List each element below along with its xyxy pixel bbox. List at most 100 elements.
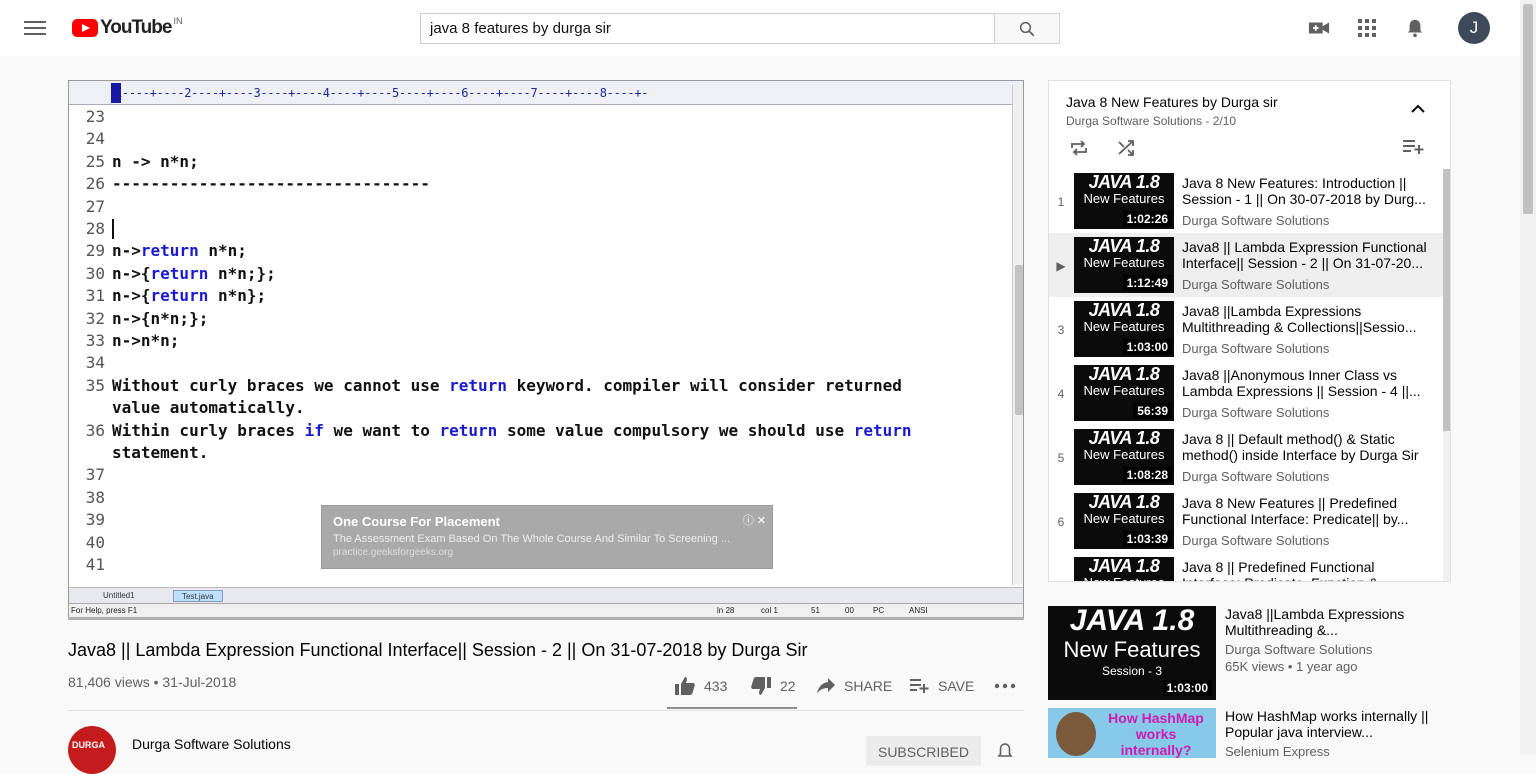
- more-icon: [994, 683, 1016, 689]
- sentiment-bar: [667, 707, 797, 709]
- line-number: 25: [85, 151, 105, 171]
- logo-text: YouTube: [100, 17, 172, 38]
- playlist-item-info: Java8 ||Anonymous Inner Class vs Lambda …: [1182, 367, 1432, 420]
- playlist-item[interactable]: 1 JAVA 1.8 New Features 1:02:26 Java 8 New F…: [1049, 169, 1443, 233]
- playlist-item-title[interactable]: Java 8 New Features || Predefined Functi…: [1182, 495, 1432, 527]
- channel-name[interactable]: Durga Software Solutions: [132, 736, 291, 752]
- more-actions-button[interactable]: [994, 674, 1016, 698]
- playlist-scrollbar[interactable]: [1443, 169, 1450, 581]
- playlist-item-title[interactable]: Java8 ||Lambda Expressions Multithreadin…: [1182, 303, 1432, 335]
- notifications-icon[interactable]: [1404, 18, 1426, 38]
- playlist-item[interactable]: 6 JAVA 1.8 New Features 1:03:39 Java 8 New F…: [1049, 489, 1443, 553]
- status-c: PC: [873, 606, 885, 615]
- youtube-play-icon: [72, 19, 98, 37]
- search-button[interactable]: [994, 13, 1060, 44]
- share-button[interactable]: SHARE: [816, 674, 892, 698]
- playlist-item-channel: Durga Software Solutions: [1182, 341, 1330, 356]
- video-player[interactable]: 1----+----2----+----3----+----4----+----…: [68, 80, 1024, 618]
- playlist-scroll-thumb[interactable]: [1443, 169, 1450, 431]
- playlist-item[interactable]: ▶ JAVA 1.8 New Features 1:12:49 Java8 || Lam…: [1049, 233, 1443, 297]
- bell-icon[interactable]: [996, 742, 1014, 758]
- ruler-marker: [111, 83, 121, 103]
- recommended-title[interactable]: Java8 ||Lambda Expressions Multithreadin…: [1225, 606, 1435, 638]
- chevron-up-icon[interactable]: [1410, 103, 1426, 115]
- playlist-item-title[interactable]: Java 8 || Default method() & Static meth…: [1182, 431, 1432, 463]
- playlist-thumbnail[interactable]: JAVA 1.8 New Features 1:03:39: [1074, 493, 1174, 549]
- menu-icon[interactable]: [24, 18, 46, 38]
- line-number: 41: [85, 555, 105, 574]
- thumbnail-title: JAVA 1.8: [1088, 301, 1160, 320]
- playlist-item-title[interactable]: Java8 || Lambda Expression Functional In…: [1182, 239, 1432, 271]
- playlist-item[interactable]: 5 JAVA 1.8 New Features 1:08:28 Java 8 || De…: [1049, 425, 1443, 489]
- video-views-date: 81,406 views • 31-Jul-2018: [68, 674, 237, 690]
- code-line: n->return n*n;: [112, 241, 247, 261]
- thumbnail-title: JAVA 1.8: [1088, 365, 1160, 384]
- status-a: 51: [811, 606, 820, 615]
- editor-ruler: 1----+----2----+----3----+----4----+----…: [69, 81, 1023, 105]
- thumbnail-title: JAVA 1.8: [1088, 429, 1160, 448]
- ad-overlay[interactable]: One Course For Placement The Assessment …: [321, 505, 773, 569]
- editor-tab-untitled: Untitled1: [103, 591, 135, 600]
- logo-region: IN: [173, 16, 183, 26]
- line-number: 24: [85, 129, 105, 149]
- playlist-thumbnail[interactable]: JAVA 1.8 New Features 1:12:49: [1074, 237, 1174, 293]
- playlist-add-icon[interactable]: [1403, 139, 1425, 155]
- share-icon: [817, 678, 835, 694]
- save-button[interactable]: SAVE: [910, 674, 974, 698]
- thumbnail-subtitle: New Features: [1083, 511, 1165, 526]
- shuffle-icon[interactable]: [1117, 139, 1137, 157]
- channel-avatar[interactable]: DURGA: [68, 726, 116, 774]
- masthead: YouTube IN java 8 features by durga sir …: [0, 0, 1536, 56]
- subscribed-button[interactable]: SUBSCRIBED: [866, 736, 981, 766]
- thumbnail-subtitle: New Features: [1083, 447, 1165, 462]
- playlist-item-info: Java 8 New Features || Predefined Functi…: [1182, 495, 1432, 548]
- line-number: 23: [85, 107, 105, 126]
- playlist-item-title[interactable]: Java 8 || Predefined Functional Interfac…: [1182, 559, 1432, 581]
- line-number: 30: [85, 263, 105, 283]
- playlist-item-info: Java 8 || Default method() & Static meth…: [1182, 431, 1432, 484]
- playlist-item[interactable]: 3 JAVA 1.8 New Features 1:03:00 Java8 ||Lamb…: [1049, 297, 1443, 361]
- youtube-logo[interactable]: YouTube IN: [72, 16, 183, 39]
- playlist-items: 1 JAVA 1.8 New Features 1:02:26 Java 8 New F…: [1049, 169, 1443, 581]
- playlist-thumbnail[interactable]: JAVA 1.8 New Features 56:39: [1074, 365, 1174, 421]
- ad-close-icon[interactable]: ⓘ ✕: [743, 512, 766, 528]
- account-avatar[interactable]: J: [1458, 12, 1490, 44]
- editor-scroll-thumb: [1015, 265, 1023, 415]
- recommended-title[interactable]: How HashMap works internally || Popular …: [1225, 708, 1435, 740]
- recommended-video[interactable]: JAVA 1.8 New Features Session - 3 1:03:0…: [1048, 606, 1448, 702]
- code-line: n -> n*n;: [112, 151, 199, 171]
- line-number: 38: [85, 487, 105, 507]
- playlist-item-title[interactable]: Java 8 New Features: Introduction || Ses…: [1182, 175, 1432, 207]
- playlist-item-title[interactable]: Java8 ||Anonymous Inner Class vs Lambda …: [1182, 367, 1432, 399]
- playlist-item-info: Java8 || Lambda Expression Functional In…: [1182, 239, 1432, 292]
- page-scroll-thumb[interactable]: [1523, 4, 1533, 214]
- playlist-title[interactable]: Java 8 New Features by Durga sir: [1066, 94, 1278, 110]
- code-line: Without curly braces we cannot use retur…: [112, 375, 902, 395]
- playlist-thumbnail[interactable]: JAVA 1.8 New Features 1:03:00: [1074, 301, 1174, 357]
- dislike-button[interactable]: 22: [750, 674, 796, 698]
- video-duration: 1:02:26: [1122, 211, 1172, 227]
- recommended-video[interactable]: How HashMap works internally? How HashMa…: [1048, 708, 1448, 759]
- page-scrollbar[interactable]: [1520, 0, 1536, 754]
- editor-status-bar: For Help, press F1 ln 28 col 1 51 00 PC …: [69, 603, 1023, 617]
- playlist-thumbnail[interactable]: JAVA 1.8 New Features 1:02:26: [1074, 173, 1174, 229]
- loop-icon[interactable]: [1069, 139, 1089, 157]
- thumbnail-subtitle: New Features: [1083, 319, 1165, 334]
- playlist-index: 1: [1057, 195, 1065, 209]
- search-icon: [1019, 21, 1035, 36]
- playlist-item[interactable]: 4 JAVA 1.8 New Features 56:39 Java8 ||Anonym…: [1049, 361, 1443, 425]
- playlist-thumbnail[interactable]: JAVA 1.8 New Features 1:08:28: [1074, 429, 1174, 485]
- like-button[interactable]: 433: [674, 674, 727, 698]
- playlist-item[interactable]: JAVA 1.8New Features Java 8 || Predefined…: [1049, 553, 1443, 581]
- search-input[interactable]: java 8 features by durga sir: [420, 13, 995, 44]
- playlist-index: ▶: [1056, 259, 1066, 273]
- recommended-thumbnail[interactable]: JAVA 1.8 New Features Session - 3 1:03:0…: [1048, 606, 1216, 700]
- apps-icon[interactable]: [1356, 18, 1378, 38]
- recommended-thumbnail[interactable]: How HashMap works internally?: [1048, 708, 1216, 758]
- thumbnail-title: JAVA 1.8: [1069, 606, 1195, 637]
- recommended-channel: Durga Software Solutions: [1225, 642, 1373, 657]
- video-progress-bar[interactable]: [68, 617, 1024, 620]
- create-video-icon[interactable]: [1308, 18, 1330, 38]
- playlist-thumbnail[interactable]: JAVA 1.8New Features: [1074, 557, 1174, 581]
- thumbs-down-icon: [751, 677, 771, 695]
